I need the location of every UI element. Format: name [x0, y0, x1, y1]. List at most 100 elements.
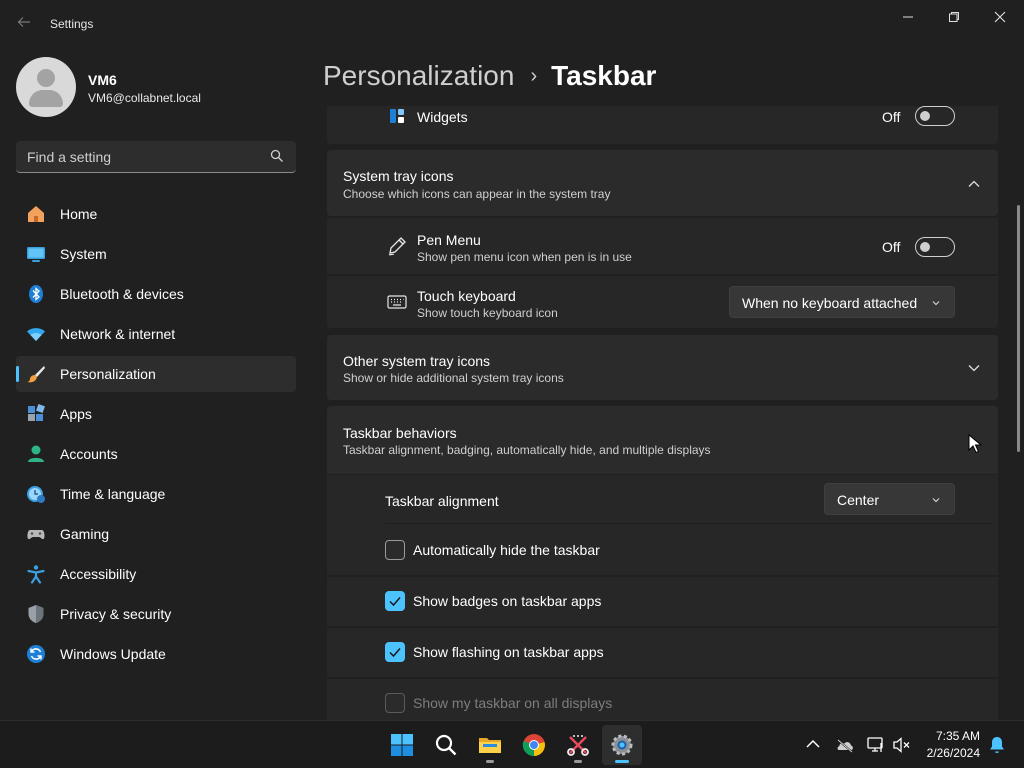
flashing-label: Show flashing on taskbar apps: [413, 644, 604, 660]
sidebar-item-gaming[interactable]: Gaming: [16, 516, 296, 552]
file-explorer-button[interactable]: [470, 725, 510, 765]
pen-menu-title: Pen Menu: [417, 232, 481, 248]
snipping-tool-icon: [567, 735, 589, 756]
minimize-button[interactable]: [888, 6, 928, 28]
all-displays-row: Show my taskbar on all displays: [327, 679, 998, 720]
all-displays-checkbox[interactable]: [385, 693, 405, 713]
notification-bell-icon[interactable]: [987, 735, 1007, 755]
sidebar-item-label: Apps: [60, 406, 92, 422]
taskbar-search-button[interactable]: [426, 725, 466, 765]
widgets-icon: [390, 109, 404, 123]
sidebar-item-label: Accounts: [60, 446, 118, 462]
time-icon: [27, 486, 45, 503]
sidebar-item-label: Network & internet: [60, 326, 176, 342]
sidebar-item-bluetooth[interactable]: Bluetooth & devices: [16, 276, 296, 312]
clock-date[interactable]: 2/26/2024: [927, 746, 980, 760]
all-displays-label: Show my taskbar on all displays: [413, 695, 613, 711]
bluetooth-icon: [29, 285, 43, 303]
start-button[interactable]: [382, 725, 422, 765]
flashing-row: Show flashing on taskbar apps: [327, 628, 998, 677]
taskbar-behaviors-expander[interactable]: Taskbar behaviors Taskbar alignment, bad…: [327, 406, 998, 474]
sidebar-item-label: Accessibility: [60, 566, 137, 582]
pen-menu-toggle-state: Off: [882, 239, 901, 255]
keyboard-icon: [387, 295, 407, 309]
chrome-button[interactable]: [514, 725, 554, 765]
apps-icon: [28, 404, 45, 421]
flashing-checkbox[interactable]: [385, 642, 405, 662]
expander-title: Other system tray icons: [343, 353, 491, 369]
wifi-icon: [27, 328, 45, 341]
sidebar-item-personalization[interactable]: Personalization: [16, 356, 296, 392]
sidebar-item-time-language[interactable]: Time & language: [16, 476, 296, 512]
sidebar-item-label: Windows Update: [60, 646, 166, 662]
checkmark-icon: [389, 597, 401, 607]
active-indicator: [16, 366, 19, 382]
expander-title: Taskbar behaviors: [343, 425, 457, 441]
expander-description: Taskbar alignment, badging, automaticall…: [343, 443, 711, 457]
breadcrumb-parent[interactable]: Personalization: [323, 60, 514, 91]
close-button[interactable]: [980, 6, 1020, 28]
file-explorer-icon: [479, 738, 501, 753]
sidebar-item-accessibility[interactable]: Accessibility: [16, 556, 296, 592]
system-icon: [27, 247, 45, 262]
widgets-toggle[interactable]: [915, 106, 955, 126]
sidebar-item-windows-update[interactable]: Windows Update: [16, 636, 296, 672]
network-icon[interactable]: [866, 735, 886, 755]
search-input[interactable]: [16, 141, 269, 173]
search-icon[interactable]: [270, 149, 284, 163]
pen-menu-row: Pen Menu Show pen menu icon when pen is …: [327, 218, 998, 274]
accounts-icon: [28, 445, 44, 462]
gaming-icon: [27, 530, 45, 540]
sidebar-item-apps[interactable]: Apps: [16, 396, 296, 432]
system-tray-icons-expander[interactable]: System tray icons Choose which icons can…: [327, 150, 998, 216]
expander-title: System tray icons: [343, 168, 454, 184]
sidebar-item-home[interactable]: Home: [16, 196, 296, 232]
user-name: VM6: [88, 72, 117, 88]
app-title: Settings: [50, 17, 94, 31]
checkmark-icon: [389, 648, 401, 658]
page-title: Taskbar: [551, 60, 657, 91]
snipping-tool-button[interactable]: [558, 725, 598, 765]
touch-keyboard-title: Touch keyboard: [417, 288, 516, 304]
sidebar-item-system[interactable]: System: [16, 236, 296, 272]
search-box[interactable]: [16, 141, 296, 173]
pen-menu-toggle[interactable]: [915, 237, 955, 257]
pen-menu-description: Show pen menu icon when pen is in use: [417, 250, 632, 264]
touch-keyboard-dropdown[interactable]: When no keyboard attached: [729, 286, 955, 318]
chevron-down-icon[interactable]: [966, 360, 982, 376]
settings-icon: [611, 734, 633, 756]
sidebar-item-privacy[interactable]: Privacy & security: [16, 596, 296, 632]
title-bar: Settings: [0, 0, 1024, 48]
dropdown-value: Center: [837, 492, 880, 508]
restore-button[interactable]: [934, 6, 974, 28]
widgets-toggle-state: Off: [882, 109, 901, 125]
taskbar-alignment-dropdown[interactable]: Center: [824, 483, 955, 515]
accessibility-icon: [27, 565, 45, 584]
volume-muted-icon[interactable]: [892, 735, 912, 755]
widgets-label: Widgets: [417, 109, 468, 125]
sidebar-item-label: System: [60, 246, 107, 262]
sidebar-item-accounts[interactable]: Accounts: [16, 436, 296, 472]
divider: [385, 523, 992, 524]
expander-description: Show or hide additional system tray icon…: [343, 371, 564, 385]
settings-taskbar-button[interactable]: [602, 725, 642, 765]
back-arrow-icon[interactable]: [14, 14, 34, 34]
badges-row: Show badges on taskbar apps: [327, 577, 998, 626]
expander-description: Choose which icons can appear in the sys…: [343, 187, 611, 201]
dropdown-value: When no keyboard attached: [742, 295, 918, 311]
auto-hide-checkbox[interactable]: [385, 540, 405, 560]
clock-time[interactable]: 7:35 AM: [936, 729, 980, 743]
badges-checkbox[interactable]: [385, 591, 405, 611]
chrome-icon: [522, 734, 545, 757]
scrollbar-thumb[interactable]: [1017, 205, 1020, 452]
avatar[interactable]: [16, 57, 76, 117]
shield-icon: [28, 605, 44, 623]
onedrive-offline-icon[interactable]: [835, 735, 855, 755]
taskbar-behaviors-body: Taskbar alignment Center Automatically h…: [327, 475, 998, 575]
sidebar-item-label: Time & language: [60, 486, 166, 502]
mouse-cursor-icon: [968, 434, 982, 454]
other-system-tray-icons-expander[interactable]: Other system tray icons Show or hide add…: [327, 335, 998, 400]
chevron-up-icon[interactable]: [966, 176, 982, 192]
sidebar-item-network[interactable]: Network & internet: [16, 316, 296, 352]
chevron-up-icon[interactable]: [803, 735, 823, 755]
